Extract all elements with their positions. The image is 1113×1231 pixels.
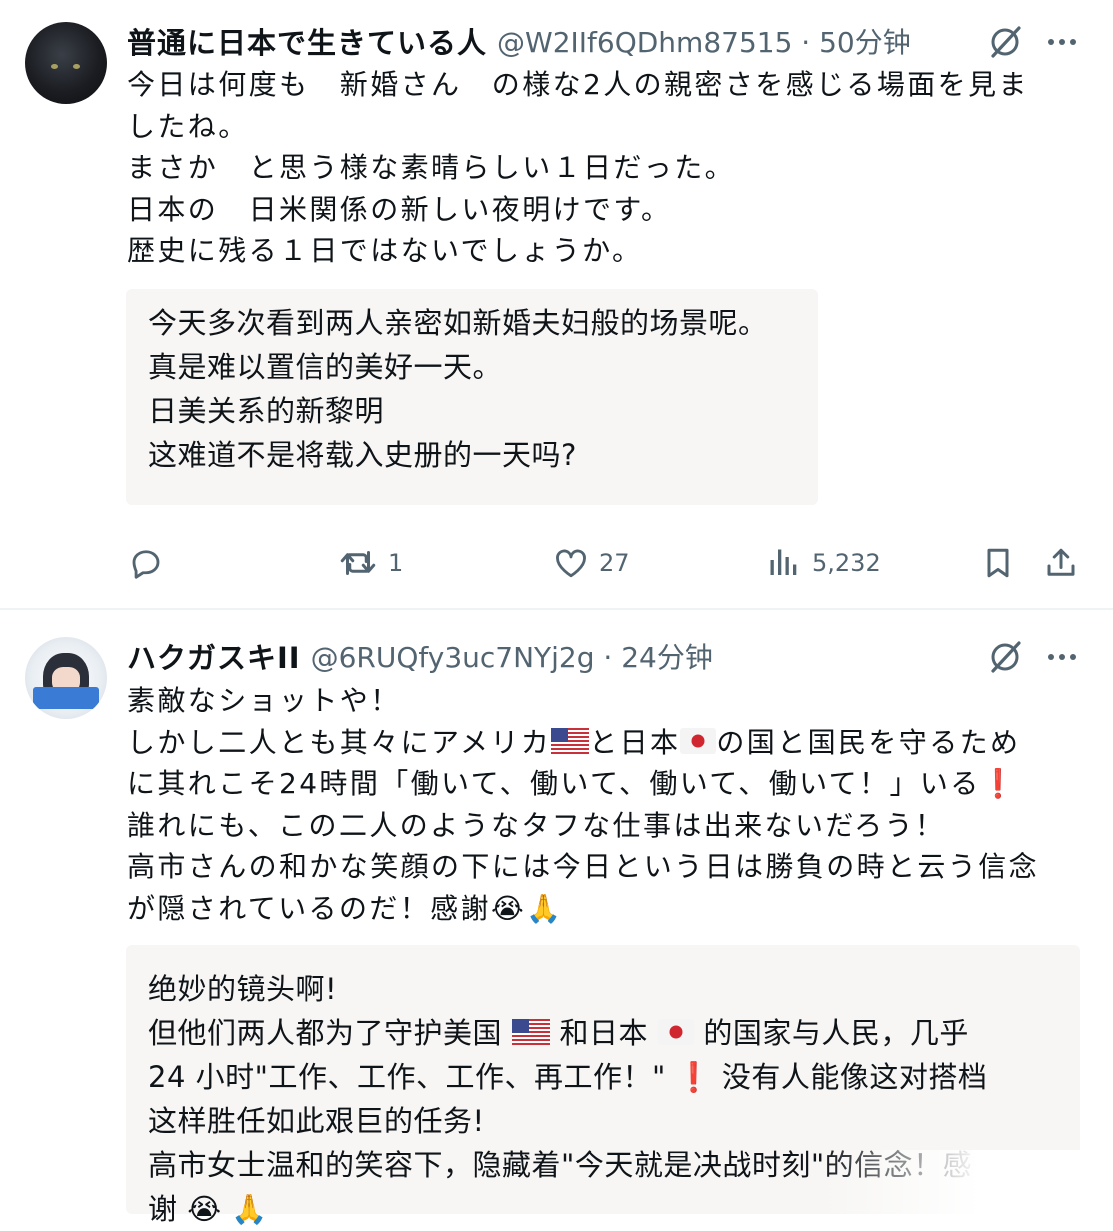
share-icon (1047, 548, 1075, 576)
text-line: と日本 (589, 725, 681, 759)
retweet-button[interactable]: 1 (338, 545, 403, 581)
avatar-eye (51, 64, 58, 69)
trans-line: 这样胜任如此艰巨的任务! (148, 1104, 485, 1138)
us-flag-icon (551, 727, 590, 754)
tweet-header: 普通に日本で生きている人 @W2IIf6QDhm87515 · 50分钟 (127, 21, 911, 61)
text-line: に其れこそ24時間「働いて、働いて、働いて、働いて！」いる (127, 767, 981, 801)
like-button[interactable]: 27 (553, 545, 630, 581)
retweet-count: 1 (388, 549, 404, 577)
us-flag-icon (511, 1019, 550, 1045)
tweet-text: 今日は何度も 新婚さん の様な2人の親密さを感じる場面を見ま したね。 まさか … (127, 68, 1029, 268)
text-line: の国と国民を守るため (716, 725, 1021, 759)
text-line: しかし二人とも其々にアメリカ (127, 725, 552, 759)
views-icon (770, 549, 797, 575)
trans-line: 24 小时"工作、工作、工作、再工作！" (148, 1060, 676, 1094)
avatar-screen (33, 687, 99, 709)
exclamation-icon: ❗ (980, 767, 1018, 801)
trans-line: 但他们两人都为了守护美国 (148, 1016, 512, 1050)
views-button[interactable]: 5,232 (766, 545, 881, 581)
action-bar: 1 27 5,232 (0, 545, 1113, 591)
translation-box: 今天多次看到两人亲密如新婚夫妇般的场景呢。 真是难以置信的美好一天。 日美关系的… (126, 289, 818, 505)
trans-line: 的国家与人民，几乎 (693, 1016, 969, 1050)
avatar-eye (73, 64, 80, 69)
heart-icon (556, 549, 586, 578)
more-icon[interactable] (1045, 640, 1079, 674)
retweet-icon (340, 551, 376, 575)
tweet-2[interactable]: ハクガスキII @6RUQfy3uc7NYj2g · 24分钟 素敵なショットや… (0, 610, 1113, 1226)
trans-line: 谢 😭 🙏 (148, 1192, 268, 1226)
text-line: 高市さんの和かな笑顔の下には今日という日は勝負の時と云う信念 (127, 850, 1040, 884)
grok-icon[interactable] (988, 640, 1022, 674)
trans-line: 绝妙的镜头啊! (148, 972, 338, 1006)
tweet-text: 素敵なショットや！ しかし二人とも其々にアメリカ と日本 の国と国民を守るため に其… (127, 680, 1039, 930)
bookmark-icon (987, 548, 1009, 578)
bookmark-button[interactable] (980, 545, 1016, 581)
bottom-fade-overlay (820, 1150, 1113, 1214)
display-name[interactable]: 普通に日本で生きている人 (127, 20, 487, 62)
text-line: 誰れにも、この二人のようなタフな仕事は出来ないだろう！ (127, 808, 946, 842)
japan-flag-icon (680, 727, 717, 754)
text-line: が隠されているのだ！感謝😭🙏 (127, 891, 564, 925)
reply-icon (132, 550, 160, 579)
trans-line: 没有人能像这对搭档 (712, 1060, 988, 1094)
more-icon[interactable] (1045, 25, 1079, 59)
avatar[interactable] (25, 637, 107, 719)
tweet-header: ハクガスキII @6RUQfy3uc7NYj2g · 24分钟 (127, 636, 713, 676)
like-count: 27 (599, 549, 630, 577)
grok-icon[interactable] (988, 25, 1022, 59)
reply-button[interactable] (128, 545, 164, 581)
avatar[interactable] (25, 22, 107, 104)
handle-and-time[interactable]: @6RUQfy3uc7NYj2g · 24分钟 (311, 636, 713, 676)
japan-flag-icon (657, 1019, 694, 1045)
share-button[interactable] (1043, 545, 1079, 581)
display-name[interactable]: ハクガスキII (127, 635, 301, 677)
view-count: 5,232 (812, 549, 881, 577)
exclamation-icon: ❗ (675, 1060, 713, 1094)
text-line: 素敵なショットや！ (127, 684, 401, 717)
handle-and-time[interactable]: @W2IIf6QDhm87515 · 50分钟 (497, 21, 911, 61)
tweet-1[interactable]: 普通に日本で生きている人 @W2IIf6QDhm87515 · 50分钟 今日は… (0, 0, 1113, 608)
trans-line: 和日本 (549, 1016, 658, 1050)
